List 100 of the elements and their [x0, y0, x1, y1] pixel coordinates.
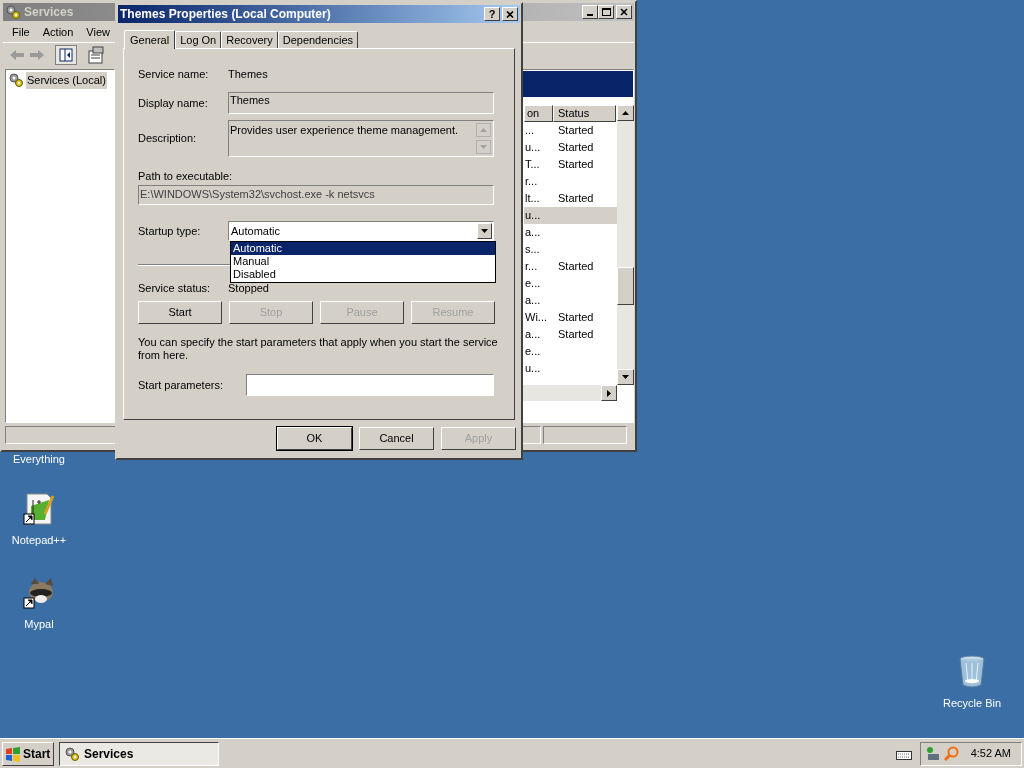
recycle-bin-icon[interactable]: [958, 655, 986, 689]
service-status-value: Stopped: [228, 281, 269, 296]
start-parameters-field[interactable]: [246, 374, 494, 396]
network-icon[interactable]: [925, 745, 941, 762]
scroll-up-icon: [480, 128, 487, 132]
table-cell-text: e...: [524, 276, 542, 292]
window-title: Services: [24, 4, 74, 21]
table-row[interactable]: Wi... Started: [524, 309, 617, 326]
close-icon: [506, 10, 514, 18]
scroll-down-icon: [480, 145, 487, 149]
scroll-up-icon[interactable]: [622, 111, 629, 115]
table-cell-text: e...: [524, 344, 542, 360]
table-row[interactable]: s...: [524, 241, 617, 258]
help-button[interactable]: ?: [484, 7, 500, 21]
horizontal-scrollbar[interactable]: [520, 385, 617, 401]
table-row[interactable]: a...: [524, 224, 617, 241]
icon-label[interactable]: Mypal: [24, 618, 54, 631]
table-cell-text: a...: [524, 293, 542, 309]
column-header[interactable]: on: [524, 105, 553, 122]
table-cell-text: Started: [557, 327, 594, 343]
maximize-icon: [601, 8, 611, 16]
close-button[interactable]: [616, 5, 632, 19]
tab[interactable]: General: [124, 30, 176, 49]
table-cell-text: u...: [524, 361, 542, 377]
description-text: Provides user experience theme management.: [230, 123, 459, 138]
table-cell-text: Started: [557, 191, 594, 207]
table-cell-text: a...: [524, 225, 542, 241]
tree-item[interactable]: Services (Local): [26, 72, 107, 89]
table-cell-text: u...: [524, 208, 542, 224]
field-label: Path to executable:: [138, 170, 234, 182]
maximize-button[interactable]: [598, 5, 614, 19]
notepad-icon[interactable]: [23, 492, 55, 526]
table-row[interactable]: a... Started: [524, 326, 617, 343]
dropdown-arrow-icon: [481, 229, 488, 233]
close-icon: [619, 8, 629, 16]
display-name-field[interactable]: Themes: [228, 92, 494, 114]
help-text: You can specify the start parameters that apply when you start the service from here.: [138, 336, 498, 362]
close-button[interactable]: [502, 7, 518, 21]
table-cell-text: r...: [524, 174, 539, 190]
table-cell-text: Started: [557, 310, 594, 326]
table-row[interactable]: e...: [524, 343, 617, 360]
panel-toggle-icon[interactable]: [55, 45, 77, 65]
table-cell-text: Started: [557, 140, 594, 156]
scroll-right-icon[interactable]: [607, 389, 611, 397]
minimize-button[interactable]: [582, 5, 598, 19]
dialog-button[interactable]: OK: [277, 427, 352, 450]
field-label: Service status:: [138, 281, 212, 296]
table-row[interactable]: u... Started: [524, 139, 617, 156]
table-row[interactable]: a...: [524, 292, 617, 309]
table-row[interactable]: r... Started: [524, 258, 617, 275]
field-label: Service name:: [138, 67, 210, 82]
menu-item[interactable]: View: [81, 24, 115, 41]
gears-icon: [5, 4, 21, 20]
startup-type-dropdown[interactable]: Automatic: [228, 221, 494, 241]
table-row[interactable]: r...: [524, 173, 617, 190]
scroll-down-icon[interactable]: [622, 375, 629, 379]
table-cell-text: Started: [557, 157, 594, 173]
table-cell-text: r...: [524, 259, 539, 275]
table-cell-text: Started: [557, 259, 594, 275]
properties-icon[interactable]: [87, 46, 105, 64]
icon-label[interactable]: Everything: [13, 453, 65, 466]
gears-icon: [8, 72, 24, 89]
table-row[interactable]: u...: [524, 207, 617, 224]
icon-label[interactable]: Notepad++: [11, 534, 67, 547]
path-field: E:\WINDOWS\System32\svchost.exe -k netsvcs: [138, 185, 494, 205]
windows-logo-icon: [5, 745, 21, 762]
table-cell-text: lt...: [524, 191, 541, 207]
service-button[interactable]: Start: [138, 301, 222, 324]
service-name-value: Themes: [228, 67, 268, 82]
field-label: Start parameters:: [138, 377, 224, 393]
scroll-thumb[interactable]: [617, 267, 634, 305]
dropdown-option[interactable]: Manual: [231, 255, 495, 268]
dialog-button[interactable]: Cancel: [359, 427, 434, 450]
table-row[interactable]: T... Started: [524, 156, 617, 173]
table-cell-text: ...: [524, 123, 536, 139]
dropdown-option[interactable]: Disabled: [231, 268, 495, 281]
field-label: Description:: [138, 131, 198, 147]
menu-item[interactable]: File: [7, 24, 35, 41]
table-cell-text: u...: [524, 140, 542, 156]
table-row[interactable]: ... Started: [524, 122, 617, 139]
gears-icon: [64, 745, 80, 762]
table-row[interactable]: lt... Started: [524, 190, 617, 207]
raccoon-icon[interactable]: [23, 576, 55, 610]
table-cell-text: Wi...: [524, 310, 548, 326]
menu-item[interactable]: Action: [37, 24, 79, 41]
field-label: Startup type:: [138, 223, 202, 239]
dropdown-option[interactable]: Automatic: [231, 242, 495, 255]
table-cell-text: s...: [524, 242, 541, 258]
start-button[interactable]: Start: [2, 741, 54, 766]
taskbar-button[interactable]: Services: [59, 741, 219, 766]
table-row[interactable]: u...: [524, 360, 617, 377]
icon-label[interactable]: Recycle Bin: [942, 697, 1002, 710]
column-header[interactable]: Status: [553, 105, 616, 122]
table-row[interactable]: e...: [524, 275, 617, 292]
dialog-title: Themes Properties (Local Computer): [120, 6, 332, 23]
table-cell-text: Started: [557, 123, 594, 139]
table-cell-text: a...: [524, 327, 542, 343]
vertical-scrollbar[interactable]: [617, 105, 634, 385]
clock: 4:52 AM: [970, 746, 1011, 762]
field-label: Display name:: [138, 95, 209, 111]
